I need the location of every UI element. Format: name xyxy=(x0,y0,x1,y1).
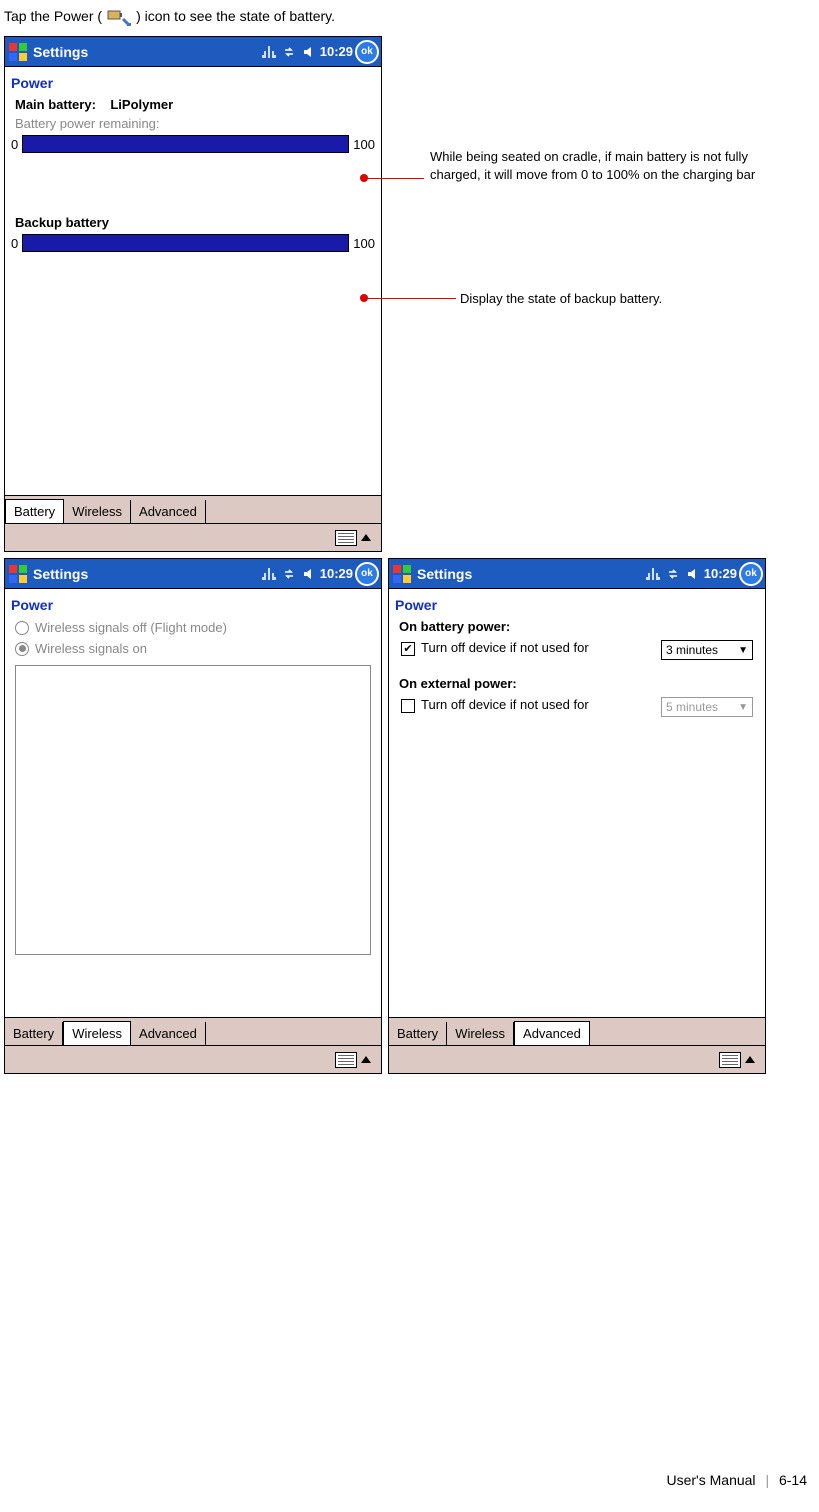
radio-flight-mode[interactable]: Wireless signals off (Flight mode) xyxy=(11,617,375,638)
sync-icon xyxy=(282,45,296,59)
tab-battery[interactable]: Battery xyxy=(389,1022,447,1045)
footer-page: 6-14 xyxy=(779,1472,807,1488)
start-icon[interactable] xyxy=(7,563,29,585)
bar-min: 0 xyxy=(11,137,18,152)
title-text: Settings xyxy=(33,566,262,582)
sip-up-icon[interactable] xyxy=(361,534,371,541)
chevron-down-icon: ▼ xyxy=(738,645,748,656)
section-title: Power xyxy=(389,589,765,617)
backup-battery-label: Backup battery xyxy=(11,213,375,232)
status-icons xyxy=(262,45,316,59)
status-icons xyxy=(646,567,700,581)
titlebar: Settings 10:29 ok xyxy=(389,559,765,589)
select-battery-value: 3 minutes xyxy=(666,643,718,657)
select-external-value: 5 minutes xyxy=(666,700,718,714)
speaker-icon xyxy=(302,45,316,59)
signal-icon xyxy=(646,567,660,581)
keyboard-icon[interactable] xyxy=(335,530,357,546)
titlebar: Settings 10:29 ok xyxy=(5,559,381,589)
page-footer: User's Manual | 6-14 xyxy=(667,1472,808,1488)
chevron-down-icon: ▼ xyxy=(738,702,748,713)
intro-post: ) icon to see the state of battery. xyxy=(136,8,335,24)
start-icon[interactable] xyxy=(391,563,413,585)
signal-icon xyxy=(262,567,276,581)
screenshot-battery: Settings 10:29 ok Power Main battery: Li… xyxy=(4,36,382,552)
intro-line: Tap the Power ( ) icon to see the state … xyxy=(4,4,811,28)
radio-flight-label: Wireless signals off (Flight mode) xyxy=(35,620,227,635)
backup-bar-min: 0 xyxy=(11,236,18,251)
title-text: Settings xyxy=(33,44,262,60)
tabs: Battery Wireless Advanced xyxy=(5,495,381,523)
section-title: Power xyxy=(5,67,381,95)
on-battery-heading: On battery power: xyxy=(395,617,759,636)
bottom-bar xyxy=(5,1045,381,1073)
screenshot-advanced: Settings 10:29 ok Power On battery power… xyxy=(388,558,766,1074)
clock: 10:29 xyxy=(320,566,353,581)
radio-wireless-on[interactable]: Wireless signals on xyxy=(11,638,375,659)
ok-button[interactable]: ok xyxy=(739,562,763,586)
sync-icon xyxy=(666,567,680,581)
main-battery-bar xyxy=(22,135,349,153)
clock: 10:29 xyxy=(704,566,737,581)
tab-advanced[interactable]: Advanced xyxy=(514,1021,590,1045)
opt-battery-label: Turn off device if not used for xyxy=(421,640,589,656)
keyboard-icon[interactable] xyxy=(719,1052,741,1068)
section-title: Power xyxy=(5,589,381,617)
bottom-bar xyxy=(389,1045,765,1073)
bottom-bar xyxy=(5,523,381,551)
callout-main: While being seated on cradle, if main ba… xyxy=(430,148,770,184)
ok-button[interactable]: ok xyxy=(355,562,379,586)
titlebar: Settings 10:29 ok xyxy=(5,37,381,67)
on-external-heading: On external power: xyxy=(395,674,759,693)
ok-button[interactable]: ok xyxy=(355,40,379,64)
screenshot-wireless: Settings 10:29 ok Power Wireless signals… xyxy=(4,558,382,1074)
keyboard-icon[interactable] xyxy=(335,1052,357,1068)
tab-wireless[interactable]: Wireless xyxy=(447,1022,514,1045)
sip-up-icon[interactable] xyxy=(361,1056,371,1063)
tabs: Battery Wireless Advanced xyxy=(389,1017,765,1045)
sync-icon xyxy=(282,567,296,581)
callout-backup: Display the state of backup battery. xyxy=(460,290,800,308)
speaker-icon xyxy=(302,567,316,581)
tab-advanced[interactable]: Advanced xyxy=(131,500,206,523)
tab-battery[interactable]: Battery xyxy=(5,1022,63,1045)
footer-book: User's Manual xyxy=(667,1472,756,1488)
tab-battery[interactable]: Battery xyxy=(5,499,64,523)
opt-external-label: Turn off device if not used for xyxy=(421,697,589,713)
checkbox-external[interactable] xyxy=(401,699,415,713)
status-icons xyxy=(262,567,316,581)
intro-pre: Tap the Power ( xyxy=(4,8,102,24)
sip-up-icon[interactable] xyxy=(745,1056,755,1063)
tab-advanced[interactable]: Advanced xyxy=(131,1022,206,1045)
select-external-timeout[interactable]: 5 minutes ▼ xyxy=(661,697,753,717)
checkbox-battery[interactable]: ✔ xyxy=(401,642,415,656)
signal-icon xyxy=(262,45,276,59)
title-text: Settings xyxy=(417,566,646,582)
tab-wireless[interactable]: Wireless xyxy=(63,1021,131,1045)
tabs: Battery Wireless Advanced xyxy=(5,1017,381,1045)
speaker-icon xyxy=(686,567,700,581)
clock: 10:29 xyxy=(320,44,353,59)
backup-battery-bar xyxy=(22,234,349,252)
bar-max: 100 xyxy=(353,137,375,152)
select-battery-timeout[interactable]: 3 minutes ▼ xyxy=(661,640,753,660)
tab-wireless[interactable]: Wireless xyxy=(64,500,131,523)
backup-bar-max: 100 xyxy=(353,236,375,251)
radio-on-label: Wireless signals on xyxy=(35,641,147,656)
main-battery-label: Main battery: xyxy=(15,97,96,112)
main-battery-type: LiPolymer xyxy=(110,97,173,112)
power-icon xyxy=(104,4,134,28)
start-icon[interactable] xyxy=(7,41,29,63)
wireless-listbox[interactable] xyxy=(15,665,371,955)
remaining-label: Battery power remaining: xyxy=(11,114,375,133)
